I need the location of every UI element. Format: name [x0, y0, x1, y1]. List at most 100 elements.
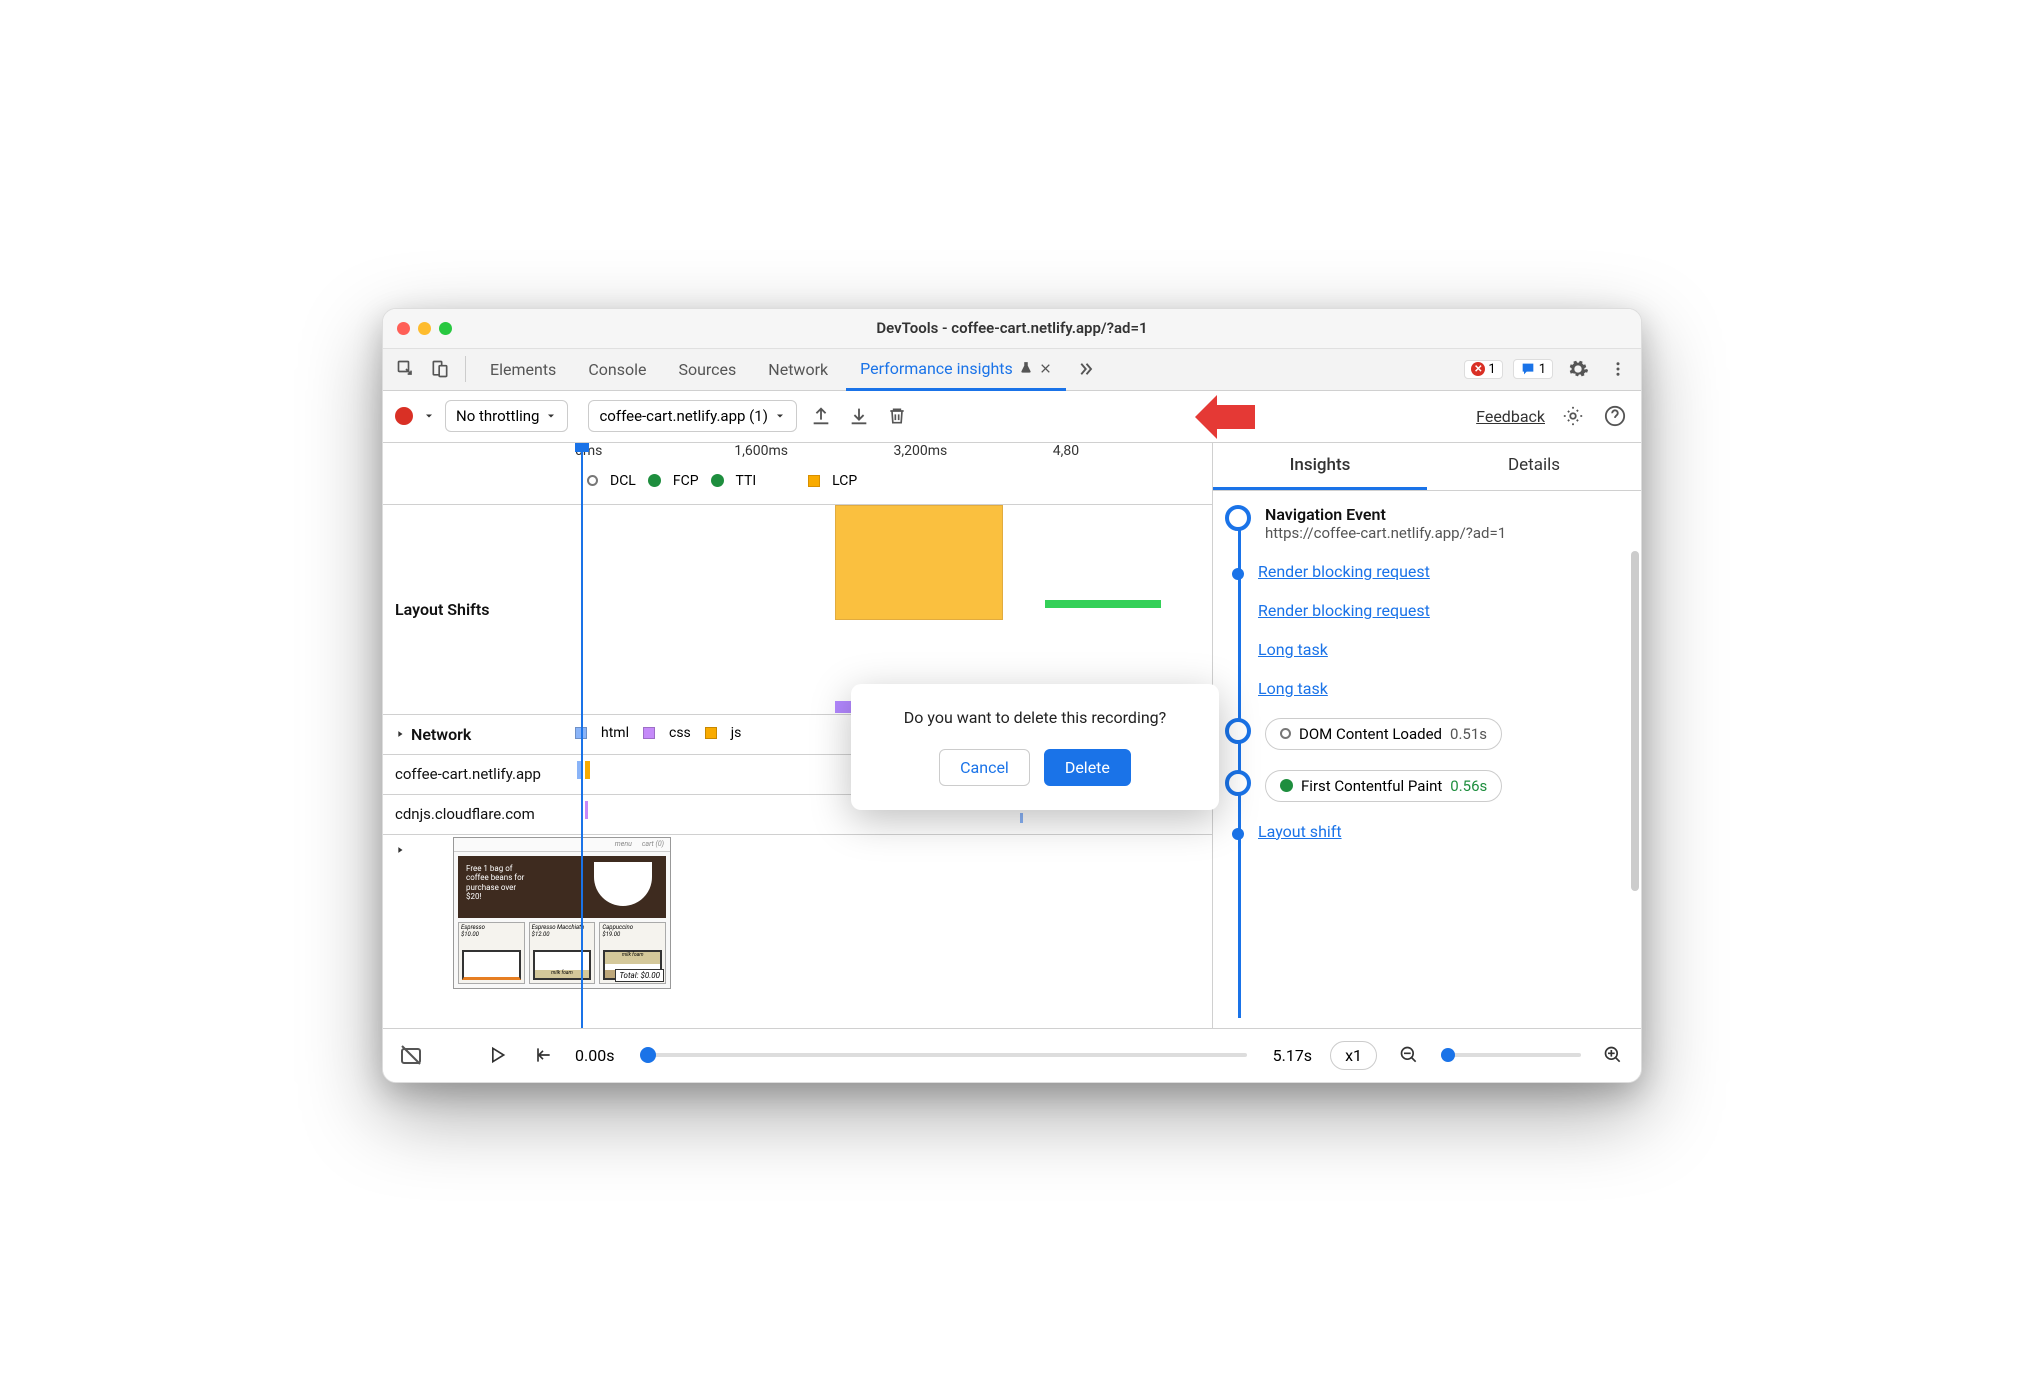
insight-item[interactable]: Render blocking request: [1225, 562, 1623, 581]
lcp-marker-icon: [808, 475, 820, 487]
delete-button[interactable]: Delete: [1044, 749, 1131, 786]
request-marker[interactable]: [585, 761, 590, 779]
insights-timeline: Navigation Event https://coffee-cart.net…: [1213, 491, 1641, 1028]
insight-item[interactable]: Layout shift: [1225, 822, 1623, 841]
cancel-button[interactable]: Cancel: [939, 749, 1030, 786]
traffic-lights: [397, 322, 452, 335]
tab-insights[interactable]: Insights: [1213, 443, 1427, 490]
pill-text: First Contentful Paint: [1301, 777, 1442, 795]
tab-performance-insights-label: Performance insights: [860, 359, 1013, 378]
fcp-dot-icon: [1280, 779, 1293, 792]
help-icon[interactable]: [1601, 402, 1629, 430]
zoom-in-icon[interactable]: [1599, 1041, 1627, 1069]
right-pane: Insights Details Navigation Event https:…: [1213, 443, 1641, 1028]
tab-details[interactable]: Details: [1427, 443, 1641, 490]
screenshot-thumbnail[interactable]: menucart (0) Free 1 bag of coffee beans …: [453, 837, 671, 989]
device-toolbar-icon[interactable]: [425, 354, 455, 384]
timeline-dot-icon: [1232, 568, 1244, 580]
issues-badge[interactable]: 1: [1513, 359, 1553, 379]
js-swatch-icon: [705, 727, 717, 739]
inspect-element-icon[interactable]: [391, 354, 421, 384]
ruler-tick: 0ms: [575, 443, 734, 469]
recording-selector-dropdown[interactable]: coffee-cart.netlify.app (1): [588, 400, 796, 432]
zoom-level[interactable]: x1: [1330, 1041, 1377, 1070]
metric-label: LCP: [832, 473, 857, 489]
settings-icon[interactable]: [1563, 354, 1593, 384]
kebab-menu-icon[interactable]: [1603, 354, 1633, 384]
zoom-out-icon[interactable]: [1395, 1041, 1423, 1069]
pill-text: DOM Content Loaded: [1299, 725, 1442, 743]
scrollbar[interactable]: [1631, 551, 1639, 891]
right-tabs: Insights Details: [1213, 443, 1641, 491]
ruler-tick: 1,600ms: [734, 443, 893, 469]
close-window-button[interactable]: [397, 322, 410, 335]
tab-sources[interactable]: Sources: [664, 348, 750, 390]
error-badge[interactable]: ✕1: [1464, 360, 1502, 379]
insight-link[interactable]: Render blocking request: [1258, 562, 1430, 581]
timeline-scrubber[interactable]: [640, 1053, 1246, 1057]
feedback-link[interactable]: Feedback: [1476, 407, 1545, 426]
record-options-chevron-icon[interactable]: [423, 410, 435, 422]
chevron-down-icon: [545, 410, 557, 422]
throttling-dropdown[interactable]: No throttling: [445, 400, 568, 432]
track-label-network[interactable]: Network: [383, 715, 575, 754]
tab-console[interactable]: Console: [574, 348, 660, 390]
go-to-start-icon[interactable]: [529, 1041, 557, 1069]
more-tabs-icon[interactable]: [1070, 354, 1100, 384]
delete-confirmation-dialog: Do you want to delete this recording? Ca…: [851, 684, 1219, 810]
metric-label: FCP: [673, 473, 699, 489]
timeline-node-icon: [1225, 718, 1251, 744]
screenshots-track: menucart (0) Free 1 bag of coffee beans …: [383, 835, 1212, 995]
record-button[interactable]: [395, 407, 413, 425]
dialog-message: Do you want to delete this recording?: [875, 708, 1195, 727]
zoom-window-button[interactable]: [439, 322, 452, 335]
export-icon[interactable]: [807, 402, 835, 430]
net-type-label: js: [731, 725, 742, 741]
tab-performance-insights[interactable]: Performance insights: [846, 349, 1066, 391]
insight-item[interactable]: Long task: [1225, 679, 1623, 698]
layout-shift-bar[interactable]: [1045, 600, 1161, 608]
expand-icon: [395, 845, 405, 855]
request-marker[interactable]: [1020, 813, 1023, 823]
insight-item[interactable]: Long task: [1225, 640, 1623, 659]
annotation-arrow-icon: [1195, 395, 1255, 439]
insight-fcp[interactable]: First Contentful Paint 0.56s: [1225, 770, 1623, 802]
insight-navigation[interactable]: Navigation Event https://coffee-cart.net…: [1225, 505, 1623, 542]
insight-url: https://coffee-cart.netlify.app/?ad=1: [1265, 524, 1623, 542]
tab-network[interactable]: Network: [754, 348, 842, 390]
zoom-slider-thumb[interactable]: [1441, 1048, 1455, 1062]
minimize-window-button[interactable]: [418, 322, 431, 335]
window-title: DevTools - coffee-cart.netlify.app/?ad=1: [383, 319, 1641, 337]
delete-icon[interactable]: [883, 402, 911, 430]
host-label: cdnjs.cloudflare.com: [383, 795, 575, 833]
recording-selector-value: coffee-cart.netlify.app (1): [599, 407, 767, 425]
import-icon[interactable]: [845, 402, 873, 430]
metric-label: DCL: [610, 473, 636, 489]
toggle-screenshots-icon[interactable]: [397, 1041, 425, 1069]
close-tab-icon[interactable]: [1039, 362, 1052, 375]
play-icon[interactable]: [483, 1041, 511, 1069]
host-label: coffee-cart.netlify.app: [383, 755, 575, 793]
fcp-marker-icon: [648, 474, 661, 487]
timeline-node-icon: [1225, 505, 1251, 531]
zoom-slider[interactable]: [1441, 1053, 1581, 1057]
issues-count: 1: [1539, 362, 1546, 377]
insight-item[interactable]: Render blocking request: [1225, 601, 1623, 620]
scrubber-thumb[interactable]: [640, 1047, 656, 1063]
lcp-block[interactable]: [835, 505, 1003, 620]
insight-link[interactable]: Render blocking request: [1258, 601, 1430, 620]
error-count: 1: [1488, 362, 1495, 377]
ruler-tick: 4,80: [1053, 443, 1212, 469]
tab-elements[interactable]: Elements: [476, 348, 570, 390]
request-marker[interactable]: [585, 801, 588, 819]
panel-tabstrip: Elements Console Sources Network Perform…: [383, 349, 1641, 391]
insight-dcl[interactable]: DOM Content Loaded 0.51s: [1225, 718, 1623, 750]
playhead[interactable]: [581, 443, 583, 1028]
insight-link[interactable]: Long task: [1258, 640, 1328, 659]
panel-settings-icon[interactable]: [1559, 402, 1587, 430]
insight-link[interactable]: Long task: [1258, 679, 1328, 698]
timeline-node-icon: [1225, 770, 1251, 796]
devtools-window: DevTools - coffee-cart.netlify.app/?ad=1…: [382, 308, 1642, 1083]
insight-link[interactable]: Layout shift: [1258, 822, 1342, 841]
track-label-layout-shifts: Layout Shifts: [383, 590, 575, 629]
